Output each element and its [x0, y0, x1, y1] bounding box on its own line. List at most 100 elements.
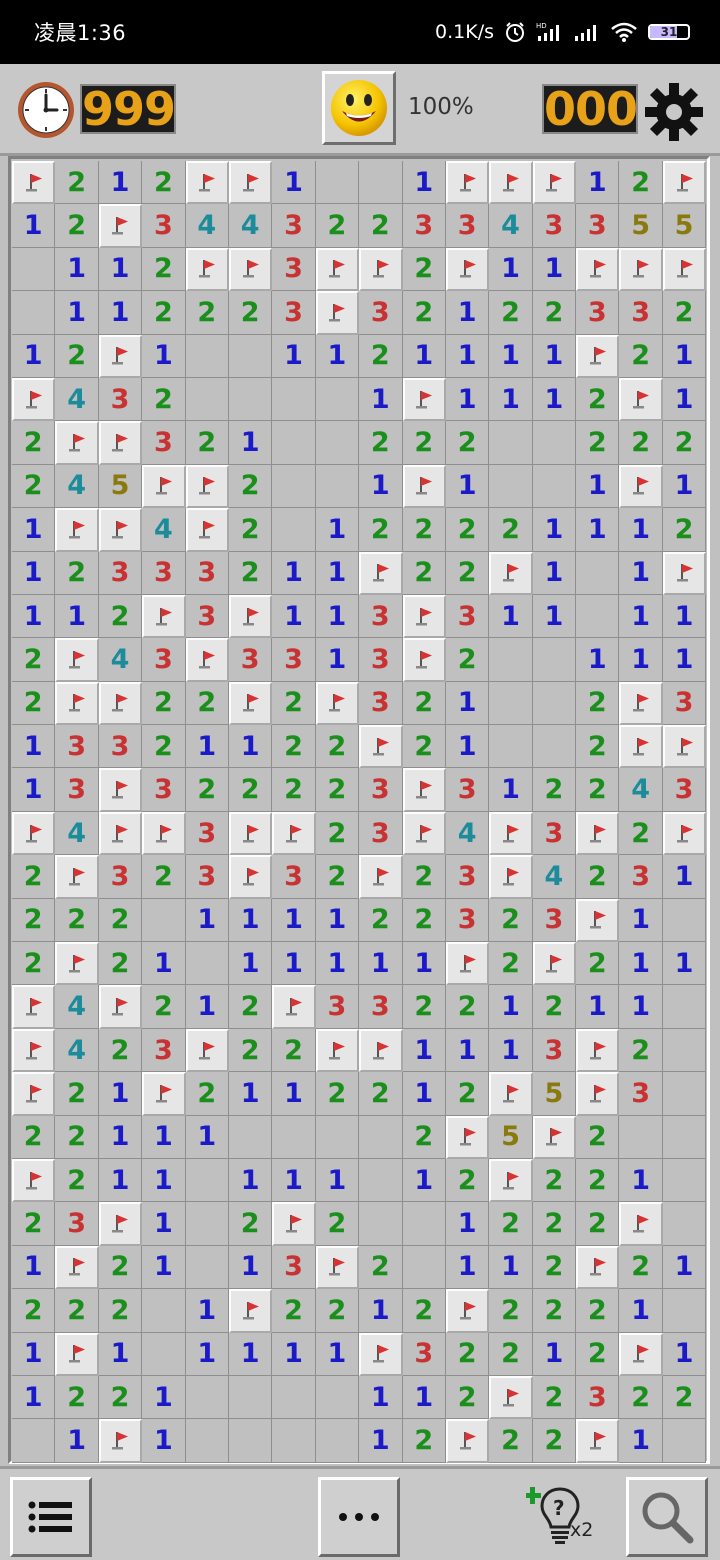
empty-cell[interactable] [662, 1115, 707, 1159]
flagged-cell[interactable] [402, 811, 446, 856]
zoom-button[interactable] [626, 1477, 708, 1557]
number-cell[interactable]: 1 [272, 1332, 316, 1376]
number-cell[interactable]: 3 [228, 638, 273, 682]
number-cell[interactable]: 2 [359, 508, 403, 552]
number-cell[interactable]: 2 [12, 464, 56, 509]
number-cell[interactable]: 2 [402, 551, 446, 595]
number-cell[interactable]: 2 [228, 551, 273, 595]
number-cell[interactable]: 1 [402, 161, 446, 205]
number-cell[interactable]: 2 [576, 421, 620, 465]
flagged-cell[interactable] [228, 594, 273, 639]
number-cell[interactable]: 2 [142, 377, 186, 422]
number-cell[interactable]: 2 [98, 942, 143, 986]
number-cell[interactable]: 3 [359, 985, 403, 1029]
empty-cell[interactable] [272, 1419, 316, 1463]
flagged-cell[interactable] [98, 1419, 143, 1463]
flagged-cell[interactable] [98, 768, 143, 812]
number-cell[interactable]: 2 [185, 421, 229, 465]
number-cell[interactable]: 2 [662, 291, 707, 335]
new-game-button[interactable] [322, 71, 396, 145]
number-cell[interactable]: 3 [142, 551, 186, 595]
flagged-cell[interactable] [445, 247, 490, 292]
flagged-cell[interactable] [12, 1158, 56, 1203]
number-cell[interactable]: 1 [619, 551, 663, 595]
number-cell[interactable]: 2 [142, 681, 186, 726]
flagged-cell[interactable] [532, 161, 577, 205]
flagged-cell[interactable] [185, 161, 229, 205]
number-cell[interactable]: 1 [272, 898, 316, 943]
empty-cell[interactable] [315, 377, 360, 422]
number-cell[interactable]: 3 [272, 247, 316, 292]
number-cell[interactable]: 2 [445, 551, 490, 595]
number-cell[interactable]: 2 [142, 291, 186, 335]
number-cell[interactable]: 2 [445, 508, 490, 552]
number-cell[interactable]: 2 [228, 1028, 273, 1073]
flagged-cell[interactable] [228, 1289, 273, 1333]
empty-cell[interactable] [185, 1375, 229, 1420]
number-cell[interactable]: 4 [532, 855, 577, 899]
number-cell[interactable]: 3 [98, 725, 143, 769]
empty-cell[interactable] [228, 377, 273, 422]
number-cell[interactable]: 4 [619, 768, 663, 812]
number-cell[interactable]: 3 [532, 1028, 577, 1073]
number-cell[interactable]: 2 [55, 898, 99, 943]
empty-cell[interactable] [315, 161, 360, 205]
number-cell[interactable]: 2 [359, 1072, 403, 1116]
number-cell[interactable]: 2 [445, 1375, 490, 1420]
empty-cell[interactable] [228, 1375, 273, 1420]
number-cell[interactable]: 1 [619, 638, 663, 682]
number-cell[interactable]: 2 [359, 334, 403, 378]
number-cell[interactable]: 2 [489, 291, 533, 335]
number-cell[interactable]: 1 [315, 898, 360, 943]
flagged-cell[interactable] [142, 811, 186, 856]
flagged-cell[interactable] [142, 464, 186, 509]
number-cell[interactable]: 1 [445, 334, 490, 378]
number-cell[interactable]: 1 [576, 638, 620, 682]
empty-cell[interactable] [662, 985, 707, 1029]
flagged-cell[interactable] [662, 161, 707, 205]
empty-cell[interactable] [185, 942, 229, 986]
flagged-cell[interactable] [98, 204, 143, 248]
number-cell[interactable]: 2 [532, 1375, 577, 1420]
number-cell[interactable]: 1 [228, 421, 273, 465]
number-cell[interactable]: 2 [619, 334, 663, 378]
number-cell[interactable]: 3 [142, 1028, 186, 1073]
empty-cell[interactable] [532, 638, 577, 682]
number-cell[interactable]: 1 [576, 464, 620, 509]
number-cell[interactable]: 4 [185, 204, 229, 248]
flagged-cell[interactable] [55, 508, 99, 552]
empty-cell[interactable] [12, 1419, 56, 1463]
number-cell[interactable]: 2 [142, 725, 186, 769]
number-cell[interactable]: 2 [55, 161, 99, 205]
empty-cell[interactable] [662, 1072, 707, 1116]
flagged-cell[interactable] [228, 811, 273, 856]
number-cell[interactable]: 1 [662, 464, 707, 509]
number-cell[interactable]: 2 [228, 291, 273, 335]
flagged-cell[interactable] [402, 464, 446, 509]
flagged-cell[interactable] [576, 811, 620, 856]
number-cell[interactable]: 1 [315, 508, 360, 552]
number-cell[interactable]: 2 [576, 377, 620, 422]
empty-cell[interactable] [619, 1115, 663, 1159]
flagged-cell[interactable] [576, 1072, 620, 1116]
flagged-cell[interactable] [228, 681, 273, 726]
number-cell[interactable]: 1 [662, 942, 707, 986]
number-cell[interactable]: 1 [142, 1245, 186, 1290]
flagged-cell[interactable] [272, 1202, 316, 1246]
number-cell[interactable]: 1 [532, 594, 577, 639]
number-cell[interactable]: 1 [619, 898, 663, 943]
number-cell[interactable]: 2 [55, 1289, 99, 1333]
number-cell[interactable]: 1 [315, 551, 360, 595]
number-cell[interactable]: 5 [489, 1115, 533, 1159]
number-cell[interactable]: 1 [489, 247, 533, 292]
number-cell[interactable]: 1 [315, 594, 360, 639]
number-cell[interactable]: 3 [619, 291, 663, 335]
empty-cell[interactable] [185, 1419, 229, 1463]
number-cell[interactable]: 2 [662, 1375, 707, 1420]
empty-cell[interactable] [359, 1115, 403, 1159]
number-cell[interactable]: 1 [532, 1332, 577, 1376]
number-cell[interactable]: 2 [489, 942, 533, 986]
number-cell[interactable]: 1 [576, 161, 620, 205]
empty-cell[interactable] [272, 377, 316, 422]
number-cell[interactable]: 2 [532, 1245, 577, 1290]
